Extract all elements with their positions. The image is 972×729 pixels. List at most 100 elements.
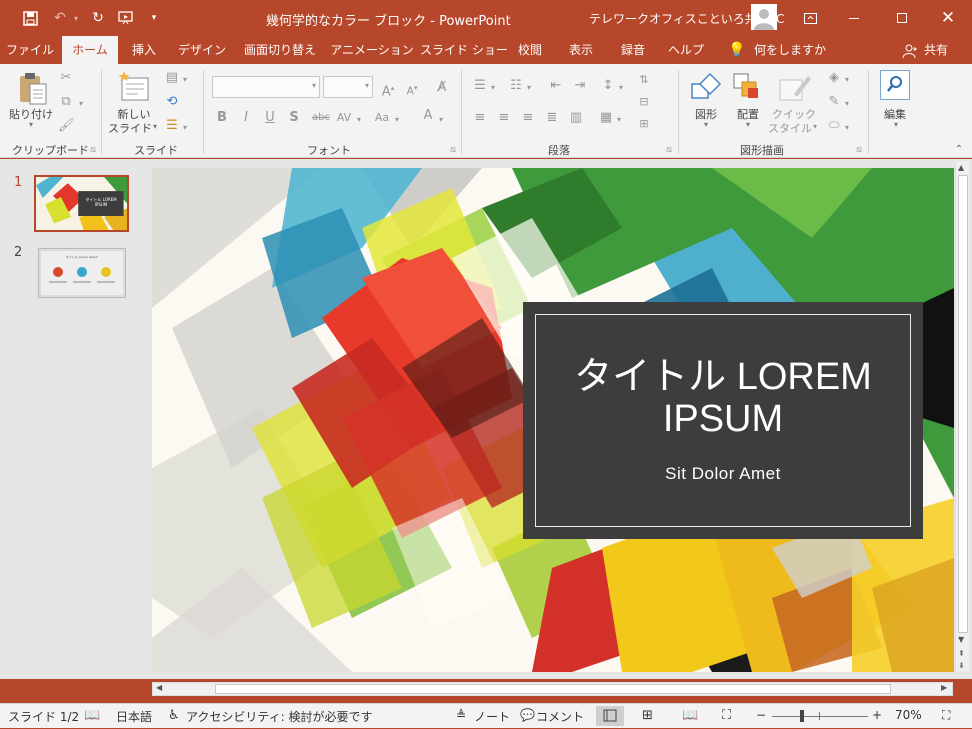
tab-home[interactable]: ホーム [62,36,118,65]
copy-icon[interactable]: ⧉ [58,94,74,110]
editing-dropdown-icon[interactable]: ▾ [890,120,902,129]
normal-view-icon[interactable] [596,706,624,726]
scroll-down-icon[interactable]: ▼ [958,635,964,644]
spell-check-icon[interactable]: 📖 [84,708,100,723]
copy-dropdown-icon[interactable]: ▾ [76,96,86,112]
zoom-level[interactable]: 70% [895,708,922,722]
shape-fill-dropdown-icon[interactable]: ▾ [842,72,852,88]
tab-animations[interactable]: アニメーション [330,36,414,64]
distributed-icon[interactable]: ▥ [568,110,584,126]
shapes-icon[interactable] [690,72,722,102]
smartart-icon[interactable]: ⊞ [636,116,652,132]
line-spacing-dropdown-icon[interactable]: ▾ [616,80,626,96]
line-spacing-icon[interactable]: ↕ [600,78,616,94]
language-indicator[interactable]: 日本語 [116,708,152,725]
character-spacing-icon[interactable]: AV [334,110,354,126]
shadow-icon[interactable]: S [286,110,302,126]
accessibility-status[interactable]: アクセシビリティ: 検討が必要です [186,708,373,725]
clipboard-launcher-icon[interactable]: ⧅ [88,142,98,158]
columns-icon[interactable]: ▦ [598,110,614,126]
save-icon[interactable] [18,0,42,36]
customize-qat-icon[interactable]: ▾ [146,0,162,36]
format-painter-icon[interactable]: 🖌 [58,118,75,134]
previous-slide-icon[interactable]: ⇞ [958,649,965,658]
next-slide-icon[interactable]: ⇟ [958,661,965,670]
tab-view[interactable]: 表示 [560,36,602,64]
start-slideshow-icon[interactable] [116,0,138,36]
tab-review[interactable]: 校閲 [510,36,550,64]
slide-thumbnail-2[interactable]: タイトル Lorem Ipsum [38,248,126,298]
shape-outline-dropdown-icon[interactable]: ▾ [842,96,852,112]
avatar[interactable] [751,4,777,30]
comments-icon[interactable]: 💬 [520,708,535,722]
layout-icon[interactable]: ▤ [164,70,180,86]
columns-dropdown-icon[interactable]: ▾ [614,112,624,128]
new-slide-dropdown-icon[interactable]: ▾ [150,122,160,131]
close-icon[interactable]: ✕ [934,0,962,36]
slide-thumbnail-1[interactable]: タイトル LOREM IPSUM [34,175,129,232]
share-person-icon[interactable] [902,43,918,59]
tab-record[interactable]: 録音 [612,36,654,64]
paste-icon[interactable] [18,72,48,106]
quick-styles-icon[interactable] [778,72,812,102]
font-family-select[interactable]: ▾ [212,76,320,98]
align-left-icon[interactable]: ≡ [472,110,488,126]
tab-file[interactable]: ファイル [4,36,56,64]
underline-icon[interactable]: U [262,110,278,126]
maximize-icon[interactable] [888,0,916,36]
comments-button[interactable]: コメント [536,708,584,725]
align-center-icon[interactable]: ≡ [496,110,512,126]
notes-icon[interactable]: ≜ [456,708,466,722]
shapes-dropdown-icon[interactable]: ▾ [700,120,712,129]
increase-indent-icon[interactable]: ⇥ [572,78,588,94]
redo-icon[interactable]: ↻ [88,0,108,36]
shape-effects-icon[interactable]: ⬭ [826,118,842,134]
change-case-icon[interactable]: Aa [372,110,392,126]
notes-button[interactable]: ノート [474,708,510,725]
numbering-dropdown-icon[interactable]: ▾ [524,80,534,96]
tab-transitions[interactable]: 画面切り替え [238,36,322,64]
clear-formatting-icon[interactable]: A̸ [434,80,450,96]
reading-view-icon[interactable]: 📖 [682,708,698,723]
slide-title[interactable]: タイトル LOREM IPSUM [543,356,903,440]
undo-dropdown-icon[interactable]: ▾ [70,0,82,36]
slide-subtitle[interactable]: Sit Dolor Amet [543,464,903,484]
shape-fill-icon[interactable]: ◈ [826,70,842,86]
font-color-icon[interactable]: A [420,108,436,124]
slideshow-view-icon[interactable]: ⛶ [722,708,731,723]
paragraph-launcher-icon[interactable]: ⧅ [664,142,674,158]
justify-icon[interactable]: ≣ [544,110,560,126]
new-slide-icon[interactable] [118,70,150,104]
shape-outline-icon[interactable]: ✎ [826,94,842,110]
increase-font-icon[interactable]: A▴ [380,80,396,100]
slide-canvas[interactable]: タイトル LOREM IPSUM Sit Dolor Amet [152,168,954,672]
paste-dropdown-icon[interactable]: ▾ [24,120,38,129]
accessibility-icon[interactable]: ♿ [168,708,180,723]
fit-to-window-icon[interactable]: ⛶ [942,708,950,723]
title-box[interactable]: タイトル LOREM IPSUM Sit Dolor Amet [523,302,923,539]
reset-icon[interactable]: ⟲ [164,94,180,110]
layout-dropdown-icon[interactable]: ▾ [180,72,190,88]
tab-design[interactable]: デザイン [172,36,232,64]
scroll-up-icon[interactable]: ▲ [958,163,964,172]
section-dropdown-icon[interactable]: ▾ [180,120,190,136]
zoom-in-icon[interactable]: + [872,708,882,722]
vertical-scroll-thumb[interactable] [958,175,968,633]
minimize-icon[interactable] [840,0,868,36]
slide-counter[interactable]: スライド 1/2 [8,708,79,725]
tell-me-search[interactable]: 何をしますか [748,36,832,64]
decrease-indent-icon[interactable]: ⇤ [548,78,564,94]
tab-insert[interactable]: 挿入 [122,36,166,64]
shape-effects-dropdown-icon[interactable]: ▾ [842,120,852,136]
search-icon[interactable] [880,70,910,100]
undo-icon[interactable]: ↶ [50,0,70,36]
collapse-ribbon-icon[interactable]: ⌃ [952,142,966,158]
section-icon[interactable]: ☰ [164,118,180,134]
zoom-slider[interactable] [772,716,868,717]
tab-slideshow[interactable]: スライド ショー [420,36,508,64]
bullets-dropdown-icon[interactable]: ▾ [488,80,498,96]
case-dropdown-icon[interactable]: ▾ [392,112,402,128]
scroll-left-icon[interactable]: ◀ [156,683,162,692]
zoom-slider-thumb[interactable] [800,710,804,722]
ribbon-display-options-icon[interactable] [796,0,824,36]
